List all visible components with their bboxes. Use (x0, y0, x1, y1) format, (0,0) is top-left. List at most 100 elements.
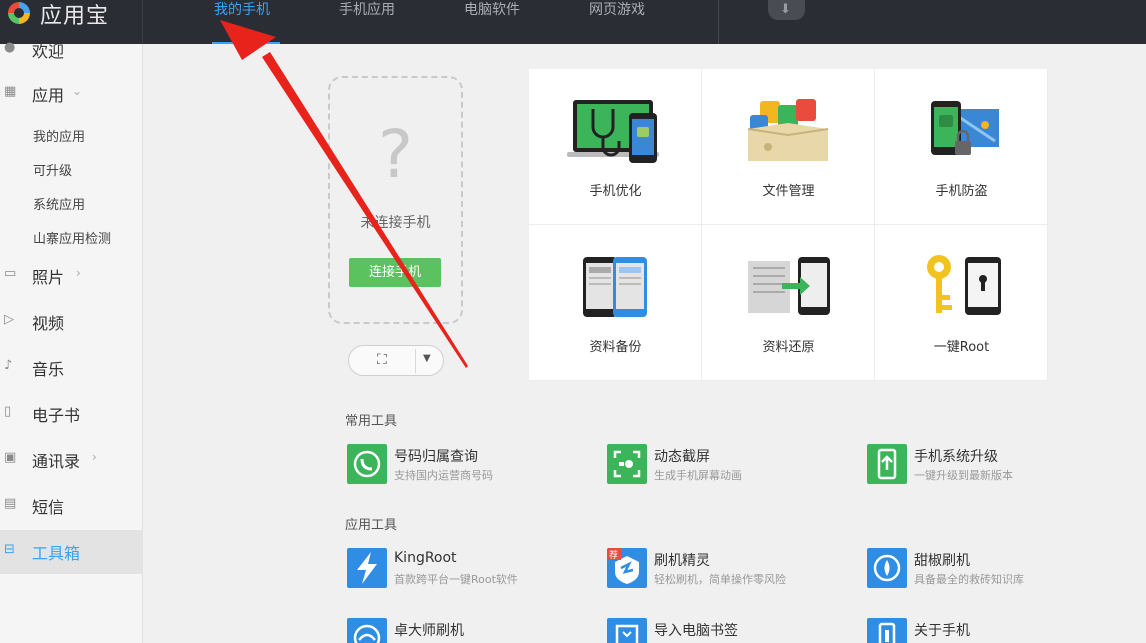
welcome-icon: ● (4, 40, 16, 55)
video-icon: ▷ (4, 312, 14, 327)
screenshot-crop-icon: ⛶ (377, 352, 387, 368)
tool-about-phone[interactable]: 关于手机 (867, 618, 1117, 643)
dynamic-screenshot-icon (607, 444, 647, 484)
sidebar-item-toolbox[interactable]: ⊟ 工具箱 (0, 530, 143, 574)
sidebar: ● 欢迎 ▦ 应用 ⌄ 我的应用 可升级 系统应用 山寨应用检测 ▭ 照片 › … (0, 41, 143, 643)
tab-pc-software[interactable]: 电脑软件 (464, 0, 520, 44)
file-manager-icon (747, 99, 829, 161)
connect-phone-button[interactable]: 连接手机 (349, 258, 441, 287)
about-phone-icon (867, 618, 907, 643)
app-tools-title: 应用工具 (345, 518, 398, 533)
tool-kingroot[interactable]: KingRoot 首款跨平台一键Root软件 (347, 548, 597, 588)
tool-name: 导入电脑书签 (654, 623, 738, 639)
sms-icon: ▤ (4, 496, 17, 511)
app-name: 应用宝 (40, 4, 110, 29)
feature-label: 文件管理 (762, 184, 815, 199)
unknown-phone-icon: ? (377, 116, 414, 193)
screenshot-button[interactable]: ⛶ ▼ (348, 345, 444, 376)
active-tab-indicator (212, 42, 280, 44)
phone-lookup-icon (347, 444, 387, 484)
sidebar-item-video[interactable]: ▷ 视频 (0, 300, 143, 344)
common-tools-title: 常用工具 (345, 414, 398, 429)
tab-my-phone[interactable]: 我的手机 (214, 0, 270, 44)
app-logo-icon (8, 2, 30, 24)
ebook-icon: ▯ (4, 404, 12, 419)
tool-import-bookmarks[interactable]: 导入电脑书签 (607, 618, 857, 643)
button-separator (415, 349, 416, 373)
tool-name: 甜椒刷机 (914, 553, 970, 569)
chevron-down-icon[interactable]: ▼ (423, 353, 431, 364)
tool-zhuo-master-flash[interactable]: 卓大师刷机 (347, 618, 597, 643)
chevron-down-icon: ⌄ (72, 84, 83, 98)
flash-wizard-icon: 荐 (607, 548, 647, 588)
tool-name: 刷机精灵 (654, 553, 710, 569)
sidebar-item-music[interactable]: ♪ 音乐 (0, 346, 143, 390)
apps-grid-icon: ▦ (4, 84, 17, 99)
feature-data-restore[interactable]: 资料还原 (702, 225, 875, 381)
zhuo-master-icon (347, 618, 387, 643)
sidebar-item-apps[interactable]: ▦ 应用 ⌄ (0, 72, 143, 116)
svg-text:荐: 荐 (609, 550, 618, 561)
sidebar-subitem-my-apps[interactable]: 我的应用 (33, 126, 85, 145)
tool-desc: 首款跨平台一键Root软件 (394, 573, 518, 586)
phone-connect-card: ? 未连接手机 连接手机 (328, 76, 463, 324)
tool-system-upgrade[interactable]: 手机系统升级 一键升级到最新版本 (867, 444, 1117, 484)
sidebar-item-contacts[interactable]: ▣ 通讯录 › (0, 438, 143, 482)
kingroot-icon (347, 548, 387, 588)
tool-desc: 生成手机屏幕动画 (654, 469, 742, 482)
sidebar-item-label: 欢迎 (32, 42, 65, 61)
sidebar-item-label: 音乐 (32, 360, 65, 379)
feature-label: 资料还原 (762, 340, 815, 355)
sidebar-subitem-system-apps[interactable]: 系统应用 (33, 194, 85, 213)
app-window: 应用宝 我的手机 手机应用 电脑软件 网页游戏 ⬇ ● 欢迎 ▦ 应用 ⌄ 我的… (0, 0, 1146, 643)
sidebar-item-ebook[interactable]: ▯ 电子书 (0, 392, 143, 436)
feature-data-backup[interactable]: 资料备份 (529, 225, 702, 381)
sidebar-subitem-fake-app-check[interactable]: 山寨应用检测 (33, 228, 111, 247)
anti-theft-icon (931, 101, 999, 155)
chevron-right-icon: › (76, 266, 81, 280)
contacts-icon: ▣ (4, 450, 17, 465)
sidebar-item-photos[interactable]: ▭ 照片 › (0, 254, 143, 298)
phone-status-text: 未连接手机 (360, 215, 431, 231)
system-upgrade-icon (867, 444, 907, 484)
sidebar-item-label: 应用 (32, 86, 65, 105)
download-button[interactable]: ⬇ (768, 0, 805, 20)
sidebar-item-label: 视频 (32, 314, 65, 333)
feature-grid: 手机优化 文件管理 手机防盗 资料备份 资料还原 一键Root (529, 69, 1048, 381)
tool-flash-wizard[interactable]: 荐 刷机精灵 轻松刷机，简单操作零风险 (607, 548, 857, 588)
feature-label: 手机优化 (589, 184, 642, 199)
feature-one-click-root[interactable]: 一键Root (875, 225, 1048, 381)
feature-label: 一键Root (933, 340, 990, 355)
tool-number-lookup[interactable]: 号码归属查询 支持国内运营商号码 (347, 444, 597, 484)
data-restore-icon (748, 257, 830, 315)
tool-desc: 支持国内运营商号码 (394, 469, 493, 482)
data-backup-icon (583, 257, 647, 317)
feature-phone-optimize[interactable]: 手机优化 (529, 69, 702, 225)
sidebar-item-welcome[interactable]: ● 欢迎 (0, 28, 143, 72)
feature-label: 手机防盗 (935, 184, 988, 199)
sidebar-item-label: 工具箱 (32, 544, 81, 563)
tool-name: 卓大师刷机 (394, 623, 464, 639)
music-icon: ♪ (4, 358, 13, 373)
feature-anti-theft[interactable]: 手机防盗 (875, 69, 1048, 225)
tool-name: 动态截屏 (654, 449, 710, 465)
tool-dynamic-screenshot[interactable]: 动态截屏 生成手机屏幕动画 (607, 444, 857, 484)
feature-file-manager[interactable]: 文件管理 (702, 69, 875, 225)
tool-pepper-flash[interactable]: 甜椒刷机 具备最全的救砖知识库 (867, 548, 1117, 588)
one-click-root-icon (927, 255, 1001, 315)
sidebar-item-label: 通讯录 (32, 452, 81, 471)
toolbox-icon: ⊟ (4, 542, 15, 557)
tool-desc: 一键升级到最新版本 (914, 469, 1013, 482)
pepper-flash-icon (867, 548, 907, 588)
tool-desc: 轻松刷机，简单操作零风险 (654, 573, 786, 586)
photo-icon: ▭ (4, 266, 17, 281)
sidebar-item-label: 短信 (32, 498, 65, 517)
tab-web-games[interactable]: 网页游戏 (589, 0, 645, 44)
tool-name: KingRoot (394, 550, 457, 566)
tool-name: 关于手机 (914, 623, 970, 639)
sidebar-subitem-upgradable[interactable]: 可升级 (33, 160, 72, 179)
tool-desc: 具备最全的救砖知识库 (914, 573, 1024, 586)
tab-phone-apps[interactable]: 手机应用 (339, 0, 395, 44)
chevron-right-icon: › (92, 450, 97, 464)
sidebar-item-sms[interactable]: ▤ 短信 (0, 484, 143, 528)
